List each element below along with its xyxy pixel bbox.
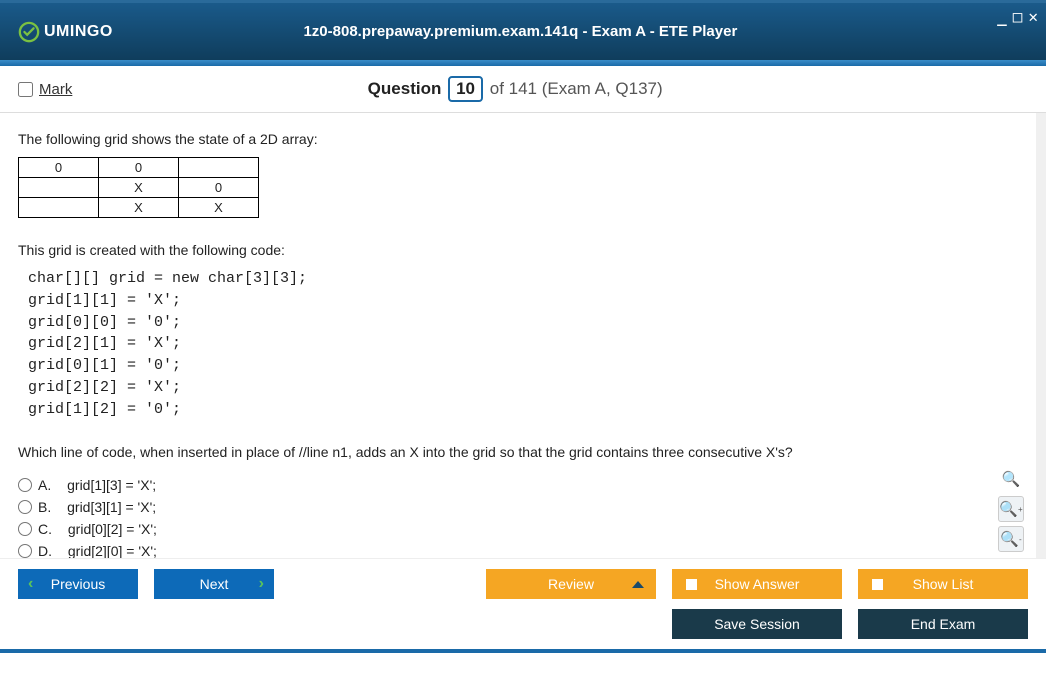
table-row: XX xyxy=(19,198,259,218)
end-exam-button[interactable]: End Exam xyxy=(858,609,1028,639)
answer-option-b[interactable]: B. grid[3][1] = 'X'; xyxy=(18,496,1018,518)
table-row: X0 xyxy=(19,178,259,198)
next-button[interactable]: Next › xyxy=(154,569,274,599)
grid-table: 00 X0 XX xyxy=(18,157,259,218)
question-content: The following grid shows the state of a … xyxy=(0,113,1046,558)
triangle-up-icon xyxy=(632,581,644,588)
footer: ‹ Previous Next › Review Show Answer Sho… xyxy=(0,558,1046,649)
answer-option-c[interactable]: C. grid[0][2] = 'X'; xyxy=(18,518,1018,540)
table-row: 00 xyxy=(19,158,259,178)
question-header: Mark Question 10 of 141 (Exam A, Q137) xyxy=(0,66,1046,113)
question-intro2: This grid is created with the following … xyxy=(18,242,1018,258)
minimize-icon[interactable]: _ xyxy=(997,7,1007,26)
window-title: 1z0-808.prepaway.premium.exam.141q - Exa… xyxy=(113,23,928,40)
code-block: char[][] grid = new char[3][3]; grid[1][… xyxy=(28,268,1018,420)
close-icon[interactable]: ✕ xyxy=(1028,7,1038,26)
zoom-in-icon[interactable]: 🔍+ xyxy=(998,496,1024,522)
mark-checkbox-input[interactable] xyxy=(18,82,33,97)
zoom-tools: 🔍 🔍+ 🔍- xyxy=(998,466,1024,552)
zoom-out-icon[interactable]: 🔍- xyxy=(998,526,1024,552)
review-button[interactable]: Review xyxy=(486,569,656,599)
save-session-button[interactable]: Save Session xyxy=(672,609,842,639)
bottom-divider xyxy=(0,649,1046,653)
window-controls: _ □ ✕ xyxy=(997,7,1038,26)
question-total: of 141 (Exam A, Q137) xyxy=(490,79,663,98)
logo-check-icon xyxy=(18,21,40,43)
question-counter: Question 10 of 141 (Exam A, Q137) xyxy=(72,76,958,102)
answer-option-a[interactable]: A. grid[1][3] = 'X'; xyxy=(18,474,1018,496)
question-label: Question xyxy=(368,79,442,98)
maximize-icon[interactable]: □ xyxy=(1013,7,1023,26)
question-number: 10 xyxy=(448,76,483,102)
titlebar: _ □ ✕ UMINGO 1z0-808.prepaway.premium.ex… xyxy=(0,0,1046,60)
mark-label: Mark xyxy=(39,81,72,98)
question-intro1: The following grid shows the state of a … xyxy=(18,131,1018,147)
chevron-left-icon: ‹ xyxy=(28,575,33,593)
show-list-button[interactable]: Show List xyxy=(858,569,1028,599)
stop-icon xyxy=(686,579,697,590)
show-answer-button[interactable]: Show Answer xyxy=(672,569,842,599)
logo-text: UMINGO xyxy=(44,23,113,41)
mark-checkbox[interactable]: Mark xyxy=(18,81,72,98)
stop-icon xyxy=(872,579,883,590)
logo: UMINGO xyxy=(18,21,113,43)
chevron-right-icon: › xyxy=(259,575,264,593)
answer-option-d[interactable]: D. grid[2][0] = 'X'; xyxy=(18,540,1018,558)
search-icon[interactable]: 🔍 xyxy=(998,466,1024,492)
answer-list: A. grid[1][3] = 'X'; B. grid[3][1] = 'X'… xyxy=(18,474,1018,558)
question-prompt: Which line of code, when inserted in pla… xyxy=(18,444,1018,460)
previous-button[interactable]: ‹ Previous xyxy=(18,569,138,599)
